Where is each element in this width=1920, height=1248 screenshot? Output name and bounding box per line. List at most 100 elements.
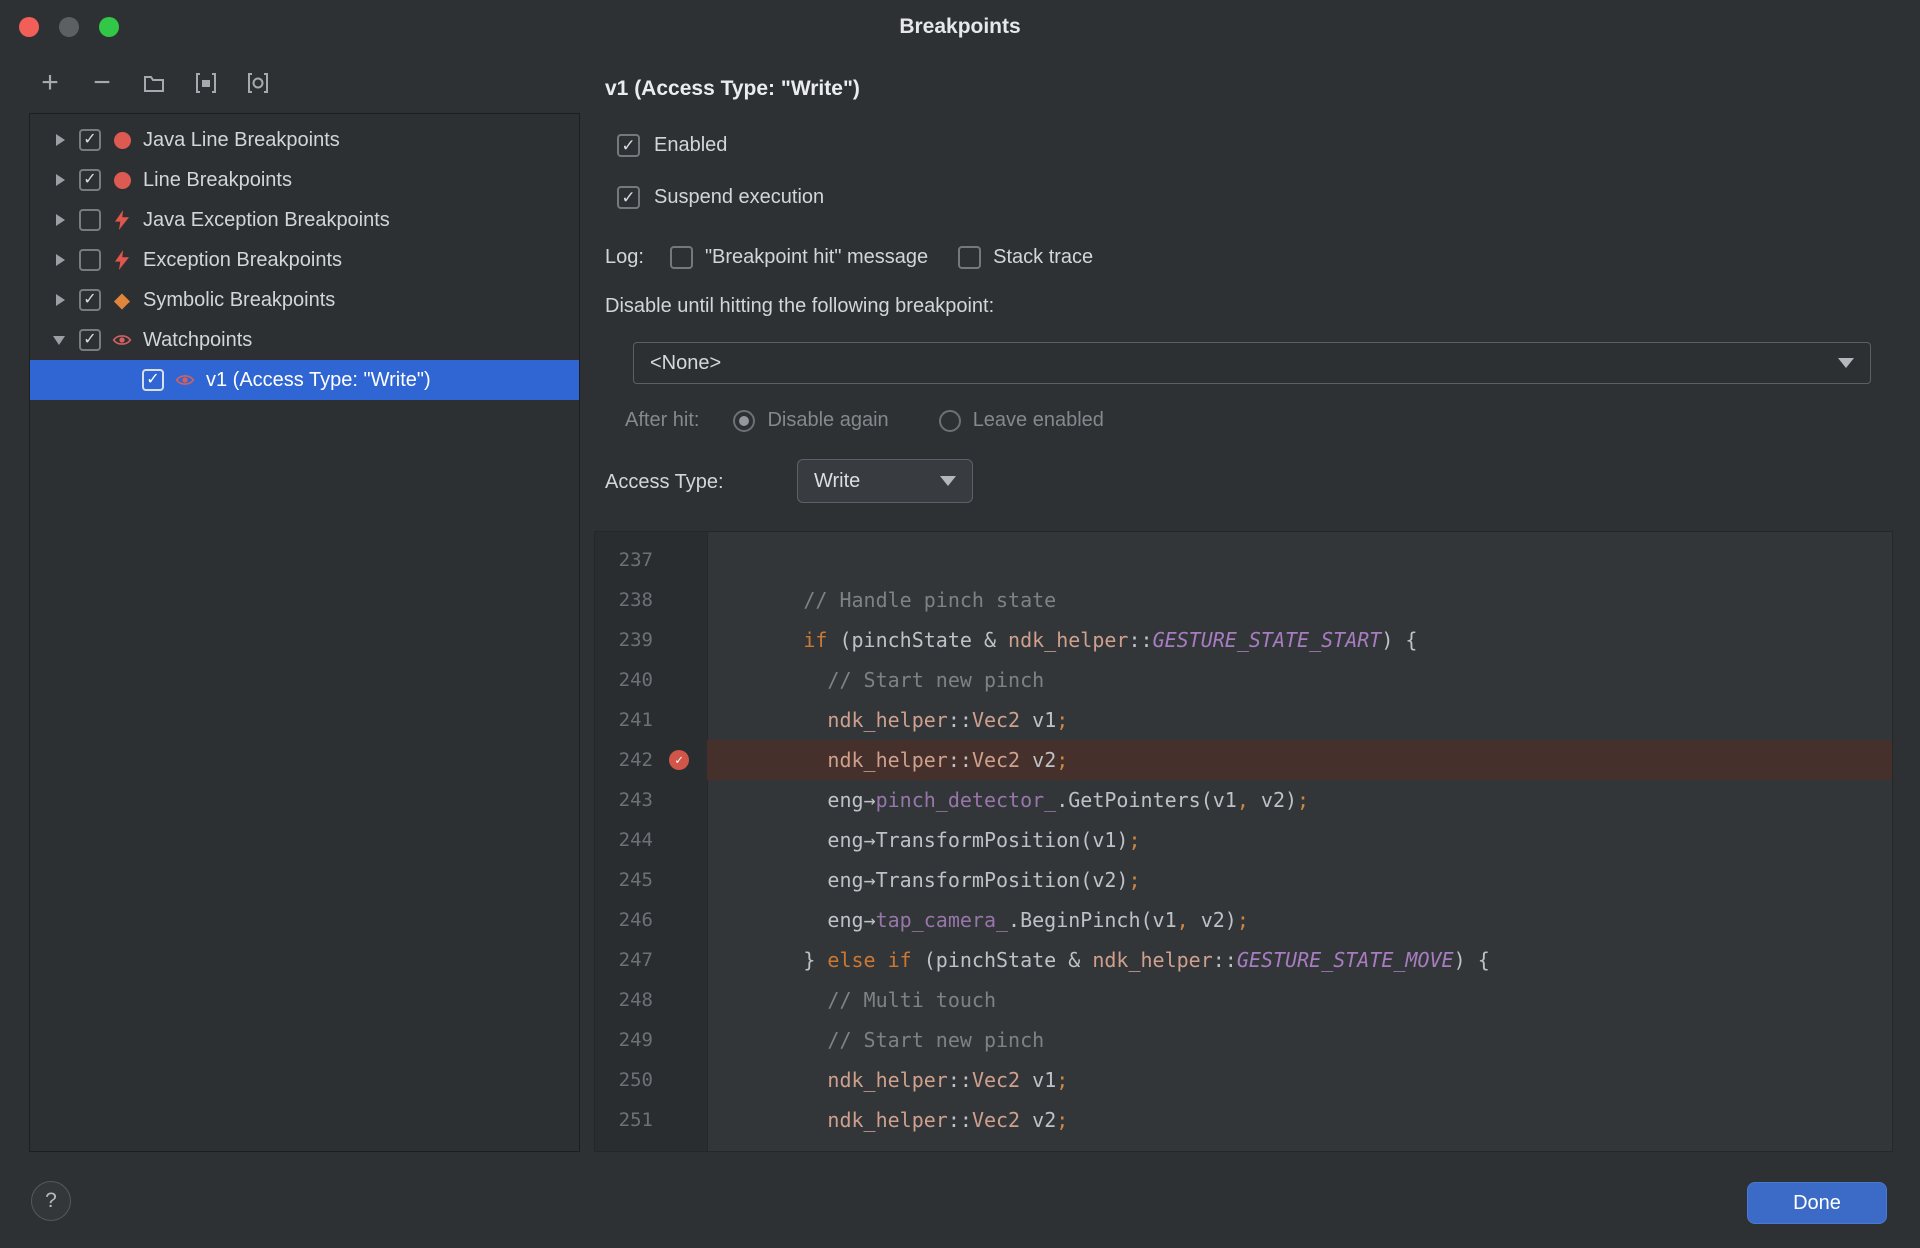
line-number: 246 <box>618 909 653 931</box>
gutter[interactable]: 252 <box>595 1140 707 1151</box>
disable-until-label: Disable until hitting the following brea… <box>605 295 995 317</box>
gutter[interactable]: 241 <box>595 700 707 740</box>
tree-item[interactable]: Java Exception Breakpoints <box>30 200 579 240</box>
code-line[interactable]: 240 // Start new pinch <box>595 660 1892 700</box>
code-line[interactable]: 238 // Handle pinch state <box>595 580 1892 620</box>
verified-breakpoint-icon[interactable]: ✓ <box>669 750 689 770</box>
exception-lightning-icon <box>112 250 132 270</box>
line-number: 247 <box>618 949 653 971</box>
gutter[interactable]: 249 <box>595 1020 707 1060</box>
code-text: eng→pinch_detector_.GetPointers(v1, v2); <box>707 1140 1892 1151</box>
gutter[interactable]: 247 <box>595 940 707 980</box>
suspend-checkbox[interactable]: ✓ <box>617 186 640 209</box>
tree-item[interactable]: ✓ Java Line Breakpoints <box>30 120 579 160</box>
gutter[interactable]: 250 <box>595 1060 707 1100</box>
disable-again-radio[interactable] <box>733 409 756 432</box>
tree-item-label: v1 (Access Type: "Write") <box>206 368 431 391</box>
checkbox[interactable]: ✓ <box>79 169 101 191</box>
remove-breakpoint-button[interactable]: − <box>88 66 116 99</box>
gutter[interactable]: 239 <box>595 620 707 660</box>
disable-until-dropdown[interactable]: <None> <box>633 342 1871 384</box>
tree-item[interactable]: ✓ Line Breakpoints <box>30 160 579 200</box>
gutter[interactable]: 238 <box>595 580 707 620</box>
minimize-button[interactable] <box>59 17 79 37</box>
code-text: ndk_helper:: Vec2 v1; <box>827 1068 1069 1092</box>
code-editor[interactable]: 237 238 // Handle pinch state 239 if (pinc… <box>594 531 1893 1152</box>
code-line[interactable]: 250 ndk_helper:: Vec2 v1; <box>595 1060 1892 1100</box>
close-button[interactable] <box>19 17 39 37</box>
checkbox[interactable] <box>79 249 101 271</box>
title-bar: Breakpoints <box>0 0 1920 54</box>
move-to-group-button[interactable] <box>140 69 168 97</box>
traffic-lights <box>19 17 119 37</box>
gutter[interactable]: 245 <box>595 860 707 900</box>
gutter[interactable]: 244 <box>595 820 707 860</box>
tree-item[interactable]: ✓ v1 (Access Type: "Write") <box>30 360 579 400</box>
watchpoint-eye-icon <box>175 370 195 390</box>
code-line[interactable]: 237 <box>595 540 1892 580</box>
group-by-file-button[interactable] <box>192 69 220 97</box>
chevron-collapsed-icon[interactable] <box>52 132 68 148</box>
code-line[interactable]: 239 if (pinchState & ndk_helper:: GESTURE… <box>595 620 1892 660</box>
code-text: // Start new pinch <box>707 668 1045 692</box>
gutter[interactable]: 240 <box>595 660 707 700</box>
access-type-dropdown[interactable]: Write <box>797 459 973 503</box>
zoom-button[interactable] <box>99 17 119 37</box>
after-hit-label: After hit: <box>625 409 700 431</box>
gutter[interactable]: 242 ✓ <box>595 740 707 780</box>
gutter[interactable]: 251 <box>595 1100 707 1140</box>
code-line[interactable]: 245 eng→TransformPosition(v2); <box>595 860 1892 900</box>
code-text: // Handle pinch state <box>707 588 1057 612</box>
gutter[interactable]: 243 <box>595 780 707 820</box>
group-by-class-button[interactable] <box>244 69 272 97</box>
code-line[interactable]: 249 // Start new pinch <box>595 1020 1892 1060</box>
symbolic-diamond-icon: ◆ <box>113 288 131 312</box>
stack-trace-label: Stack trace <box>993 246 1094 268</box>
line-number: 243 <box>618 789 653 811</box>
breakpoint-circle-icon <box>112 130 132 150</box>
chevron-collapsed-icon[interactable] <box>52 172 68 188</box>
disable-again-label: Disable again <box>767 409 889 431</box>
code-line[interactable]: 248 // Multi touch <box>595 980 1892 1020</box>
checkbox[interactable]: ✓ <box>142 369 164 391</box>
code-line[interactable]: 241 ndk_helper:: Vec2 v1; <box>595 700 1892 740</box>
gutter[interactable]: 248 <box>595 980 707 1020</box>
checkbox[interactable]: ✓ <box>79 329 101 351</box>
enabled-row: ✓ Enabled <box>617 134 727 157</box>
code-line[interactable]: 251 ndk_helper:: Vec2 v2; <box>595 1100 1892 1140</box>
breakpoints-tree[interactable]: ✓ Java Line Breakpoints ✓ Line Breakpoints J… <box>29 113 580 1152</box>
stack-trace-checkbox[interactable] <box>958 246 982 269</box>
checkbox[interactable]: ✓ <box>79 129 101 151</box>
tree-item[interactable]: Exception Breakpoints <box>30 240 579 280</box>
code-line[interactable]: 242 ✓ ndk_helper:: Vec2 v2; <box>595 740 1892 780</box>
suspend-label: Suspend execution <box>654 186 825 208</box>
gutter[interactable]: 237 <box>595 540 707 580</box>
code-text: eng→ tap_camera_ .BeginPinch(v1, v2); <box>707 908 1249 932</box>
chevron-expanded-icon[interactable] <box>52 332 68 348</box>
disable-until-value: <None> <box>650 351 722 374</box>
tree-item[interactable]: ✓ Watchpoints <box>30 320 579 360</box>
tree-item[interactable]: ✓ ◆ Symbolic Breakpoints <box>30 280 579 320</box>
code-line[interactable]: 244 eng→TransformPosition(v1); <box>595 820 1892 860</box>
chevron-collapsed-icon[interactable] <box>52 292 68 308</box>
code-line[interactable]: 247 } else if (pinchState & ndk_helper::… <box>595 940 1892 980</box>
code-line[interactable]: 252 eng→pinch_detector_.GetPointers(v1, … <box>595 1140 1892 1151</box>
line-number: 241 <box>618 709 653 731</box>
enabled-checkbox[interactable]: ✓ <box>617 134 640 157</box>
code-line[interactable]: 246 eng→ tap_camera_ .BeginPinch(v1, v2); <box>595 900 1892 940</box>
code-text: ndk_helper:: Vec2 v2; <box>707 740 1892 780</box>
gutter[interactable]: 246 <box>595 900 707 940</box>
breakpoint-hit-message-checkbox[interactable] <box>669 246 693 269</box>
tree-item-label: Java Line Breakpoints <box>143 128 340 151</box>
checkbox[interactable] <box>79 209 101 231</box>
code-line[interactable]: 243 eng→ pinch_detector_ .GetPointers(v1, … <box>595 780 1892 820</box>
code-text: eng→pinch_detector_.GetPointers(v1, v2); <box>707 788 1310 812</box>
leave-enabled-radio[interactable] <box>938 409 961 432</box>
chevron-collapsed-icon[interactable] <box>52 212 68 228</box>
help-button[interactable]: ? <box>31 1181 71 1221</box>
code-text: // Start new pinch <box>707 1028 1045 1052</box>
add-breakpoint-button[interactable]: + <box>36 66 64 99</box>
checkbox[interactable]: ✓ <box>79 289 101 311</box>
done-button[interactable]: Done <box>1747 1182 1887 1224</box>
chevron-collapsed-icon[interactable] <box>52 252 68 268</box>
